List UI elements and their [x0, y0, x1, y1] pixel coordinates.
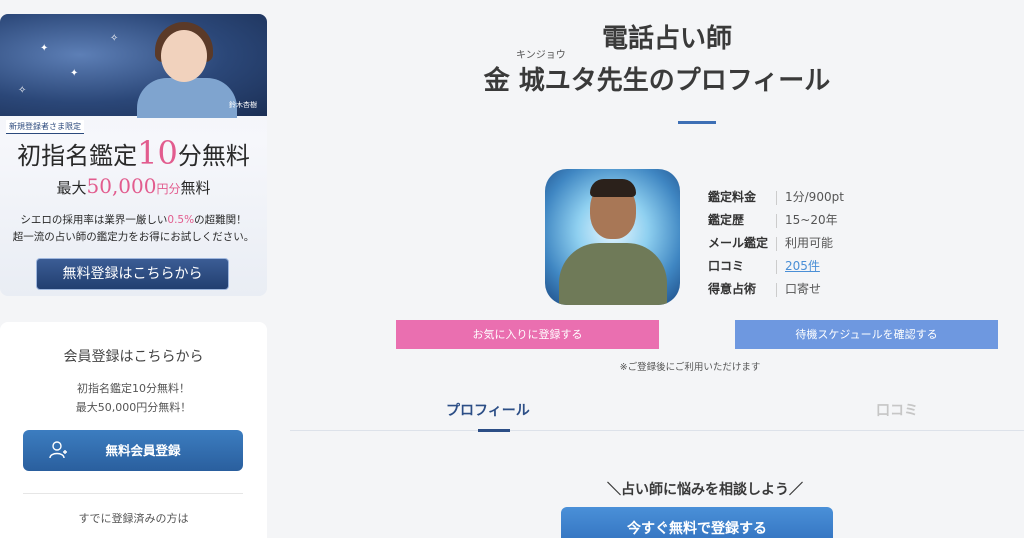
star-icon: ✧ — [110, 33, 119, 44]
fortune-teller-photo — [545, 169, 680, 305]
check-schedule-button[interactable]: 待機スケジュールを確認する — [735, 320, 998, 349]
active-tab-indicator — [478, 429, 510, 432]
banner-register-button[interactable]: 無料登録はこちらから — [36, 258, 229, 290]
member-sub-1: 初指名鑑定10分無料！ — [77, 382, 190, 395]
register-now-button[interactable]: 今すぐ無料で登録する — [561, 507, 833, 538]
photo-credit: 鈴木杏樹 — [229, 101, 257, 109]
profile-main: 電話占い師 キンジョウ 金 城ユタ先生のプロフィール 鑑定料金 1分/900pt… — [290, 0, 1024, 538]
promo-subheadline: 最大50,000円分無料 — [56, 174, 211, 198]
add-favorite-button[interactable]: お気に入りに登録する — [396, 320, 659, 349]
new-member-tag: 新規登録者さま限定 — [6, 120, 84, 134]
free-member-register-button[interactable]: 無料会員登録 — [23, 430, 243, 471]
tab-profile[interactable]: プロフィール — [446, 400, 530, 420]
banner-sky-image: ✦ ✦ ✧ ✧ 鈴木杏樹 — [0, 14, 267, 118]
divider — [23, 493, 243, 494]
tab-reviews[interactable]: 口コミ — [876, 400, 918, 420]
already-registered-text: すでに登録済みの方は — [78, 512, 189, 525]
member-title: 会員登録はこちらから — [63, 349, 204, 365]
page-title-line2: 金 城ユタ先生のプロフィール — [483, 66, 831, 96]
tab-divider — [290, 430, 1024, 431]
star-icon: ✦ — [70, 68, 79, 79]
member-card: 会員登録はこちらから 初指名鑑定10分無料！ 最大50,000円分無料！ 無料会… — [0, 322, 267, 538]
member-button-label: 無料会員登録 — [105, 443, 181, 458]
reviews-count-link[interactable]: 205件 — [785, 257, 820, 274]
page-title-line1: 電話占い師 — [601, 24, 732, 54]
name-ruby: キンジョウ — [516, 50, 566, 61]
promo-banner[interactable]: ✦ ✦ ✧ ✧ 鈴木杏樹 新規登録者さま限定 初指名鑑定10分無料 最大50,0… — [0, 14, 267, 296]
star-icon: ✧ — [18, 85, 27, 96]
celebrity-photo — [137, 20, 237, 118]
member-sub-2: 最大50,000円分無料！ — [75, 401, 192, 414]
promo-headline: 初指名鑑定10分無料 — [17, 134, 250, 172]
consult-heading: ＼占い師に悩みを相談しよう／ — [607, 482, 803, 498]
title-underline — [678, 121, 716, 124]
promo-text-2: 超一流の占い師の鑑定力をお得にお試しください。 — [12, 231, 255, 243]
promo-text-1: シエロの採用率は業界一厳しい0.5%の超難関！ — [20, 214, 247, 226]
register-note: ※ご登録後にご利用いただけます — [619, 362, 761, 373]
star-icon: ✦ — [40, 43, 49, 54]
